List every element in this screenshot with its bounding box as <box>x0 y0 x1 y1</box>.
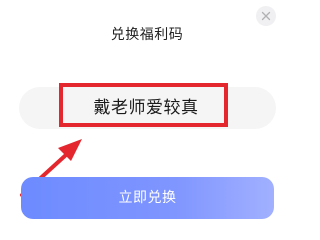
redeem-now-button[interactable]: 立即兑换 <box>21 177 274 219</box>
redeem-code-dialog: 兑换福利码 戴老师爱较真 立即兑换 <box>0 0 294 227</box>
close-icon <box>261 11 271 21</box>
close-button[interactable] <box>256 6 276 26</box>
dialog-title: 兑换福利码 <box>110 27 184 43</box>
redeem-code-value: 戴老师爱较真 <box>93 98 199 118</box>
